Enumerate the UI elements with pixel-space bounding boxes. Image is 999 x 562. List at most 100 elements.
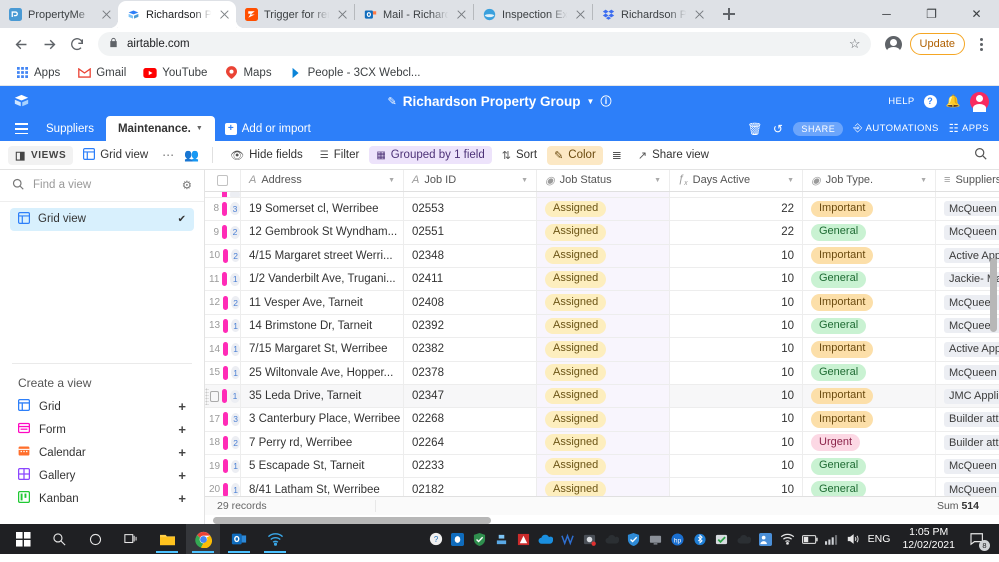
browser-tab-3[interactable]: Mail - Richardson PG -	[355, 1, 473, 28]
close-icon[interactable]	[454, 7, 469, 22]
new-tab-button[interactable]	[715, 0, 743, 28]
onedrive-tray-icon[interactable]	[538, 531, 554, 547]
create-view-grid[interactable]: Grid +	[0, 395, 204, 418]
display-tray-icon[interactable]	[648, 531, 664, 547]
share-view-button[interactable]: ↗ Share view	[631, 146, 716, 165]
cell-days-active[interactable]: 22	[670, 221, 803, 244]
browser-tab-0[interactable]: PropertyMe	[0, 1, 118, 28]
row-header[interactable]: 10 2	[205, 244, 241, 267]
user-avatar[interactable]	[970, 91, 989, 112]
cell-days-active[interactable]: 10	[670, 455, 803, 478]
chevron-down-icon[interactable]: ▼	[920, 177, 927, 184]
cell-address[interactable]: 8/41 Latham St, Werribee	[241, 478, 404, 497]
cell-address[interactable]: 7/15 Margaret St, Werribee	[241, 338, 404, 361]
row-header[interactable]: 18 2	[205, 431, 241, 455]
chrome-menu-icon[interactable]	[971, 37, 991, 51]
profile-avatar[interactable]	[884, 35, 902, 55]
row-header[interactable]: 11 1	[205, 267, 241, 291]
volume-tray-icon[interactable]	[846, 531, 862, 547]
cell-job-id[interactable]: 02268	[404, 408, 537, 431]
language-indicator[interactable]: ENG	[868, 533, 891, 545]
table-row[interactable]: 12 2 11 Vesper Ave, Tarneit 02408 Assigned 10…	[205, 291, 999, 315]
cell-days-active[interactable]: 10	[670, 431, 803, 455]
cell-job-type[interactable]: Important	[803, 338, 936, 361]
row-header[interactable]: 13 1	[205, 314, 241, 338]
select-all-header[interactable]	[205, 169, 241, 191]
cellular-tray-icon[interactable]	[824, 531, 840, 547]
help-label[interactable]: HELP	[888, 96, 914, 107]
table-row[interactable]: 17 3 3 Canterbury Place, Werribee 02268 Assi…	[205, 408, 999, 432]
cell-address[interactable]: 5 Escapade St, Tarneit	[241, 455, 404, 478]
view-more-icon[interactable]: ⋯	[158, 148, 178, 162]
cell-job-id[interactable]: 02408	[404, 291, 537, 314]
cell-address[interactable]: 11 Vesper Ave, Tarneit	[241, 291, 404, 314]
sidebar-item-grid-view[interactable]: Grid view ✔	[10, 207, 194, 231]
cell-job-id[interactable]: 02182	[404, 478, 537, 497]
printer-tray-icon[interactable]	[494, 531, 510, 547]
start-button[interactable]	[6, 524, 40, 554]
column-header-address[interactable]: A Address ▼	[241, 169, 404, 191]
minimize-button[interactable]: ─	[864, 0, 909, 28]
collaborators-icon[interactable]: 👥	[181, 148, 202, 162]
cell-job-id[interactable]: 02264	[404, 431, 537, 455]
cell-job-status[interactable]: Assigned	[537, 478, 670, 497]
filter-button[interactable]: ☰ Filter	[313, 146, 367, 164]
select-all-checkbox[interactable]	[217, 174, 228, 186]
chevron-down-icon[interactable]: ▼	[388, 177, 395, 184]
table-row[interactable]: 14 1 7/15 Margaret St, Werribee 02382 Assign…	[205, 338, 999, 362]
notification-center-button[interactable]: 8	[967, 528, 990, 551]
plus-icon[interactable]: +	[178, 422, 186, 437]
table-row[interactable]: 9 2 12 Gembrook St Wyndham... 02551 Assigned…	[205, 221, 999, 245]
forward-icon[interactable]	[36, 31, 62, 57]
security-tray-icon[interactable]	[472, 531, 488, 547]
row-header[interactable]: 1	[205, 384, 241, 408]
cell-job-status[interactable]: Assigned	[537, 197, 670, 221]
search-icon[interactable]	[974, 147, 987, 163]
cell-job-id[interactable]: 02382	[404, 338, 537, 361]
table-row[interactable]: 20 1 8/41 Latham St, Werribee 02182 Assigned…	[205, 478, 999, 497]
row-header[interactable]: 20 1	[205, 478, 241, 497]
reload-icon[interactable]	[64, 31, 90, 57]
cell-suppliers[interactable]: Builder attending	[936, 408, 999, 430]
task-view-button[interactable]	[114, 524, 148, 554]
cell-job-status[interactable]: Assigned	[537, 431, 670, 455]
row-header[interactable]: 17 3	[205, 408, 241, 431]
trash-icon[interactable]: 🗑	[747, 122, 763, 136]
cell-job-status[interactable]: Assigned	[537, 291, 670, 314]
back-icon[interactable]	[8, 31, 34, 57]
cell-job-type[interactable]: Important	[803, 197, 936, 221]
close-window-button[interactable]: ✕	[954, 0, 999, 28]
table-tab-suppliers[interactable]: Suppliers	[34, 116, 106, 141]
cell-address[interactable]: 14 Brimstone Dr, Tarneit	[241, 314, 404, 338]
shield-tray-icon[interactable]	[626, 531, 642, 547]
close-icon[interactable]	[335, 7, 350, 22]
cell-days-active[interactable]: 10	[670, 267, 803, 291]
cell-suppliers[interactable]: McQueen Group	[936, 362, 999, 384]
outlook-tray-icon[interactable]	[450, 531, 466, 547]
maximize-button[interactable]: ❐	[909, 0, 954, 28]
column-header-job-status[interactable]: ◉ Job Status ▼	[537, 169, 670, 191]
row-header[interactable]: 92	[205, 221, 241, 244]
summary-sum[interactable]: Sum 514	[937, 500, 999, 512]
table-row[interactable]: 19 1 5 Escapade St, Tarneit 02233 Assigned 10…	[205, 455, 999, 479]
bookmark-youtube[interactable]: YouTube	[136, 63, 214, 83]
hp-tray-icon[interactable]: hp	[670, 531, 686, 547]
cell-job-status[interactable]: Assigned	[537, 361, 670, 384]
battery-tray-icon[interactable]	[801, 531, 818, 547]
cell-address[interactable]: 25 Wiltonvale Ave, Hopper...	[241, 361, 404, 384]
row-header[interactable]: 15 1	[205, 361, 241, 384]
vpn-tray-icon[interactable]	[560, 531, 576, 547]
table-row[interactable]: 1 35 Leda Drive, Tarneit 02347 Assigned 10 Im…	[205, 384, 999, 409]
cell-job-type[interactable]: Important	[803, 244, 936, 267]
bookmark-3cx[interactable]: People - 3CX Webcl...	[282, 63, 428, 83]
cell-job-status[interactable]: Assigned	[537, 408, 670, 431]
cell-job-status[interactable]: Assigned	[537, 338, 670, 361]
address-bar[interactable]: airtable.com ☆	[98, 32, 871, 56]
table-row[interactable]: 10 2 4/15 Margaret street Werri... 02348 Ass…	[205, 244, 999, 268]
create-view-kanban[interactable]: Kanban +	[0, 487, 204, 510]
cell-job-status[interactable]: Assigned	[537, 384, 670, 408]
cell-days-active[interactable]: 10	[670, 291, 803, 314]
cell-job-type[interactable]: General	[803, 361, 936, 384]
cell-days-active[interactable]: 10	[670, 384, 803, 408]
bluetooth-tray-icon[interactable]	[692, 531, 708, 547]
